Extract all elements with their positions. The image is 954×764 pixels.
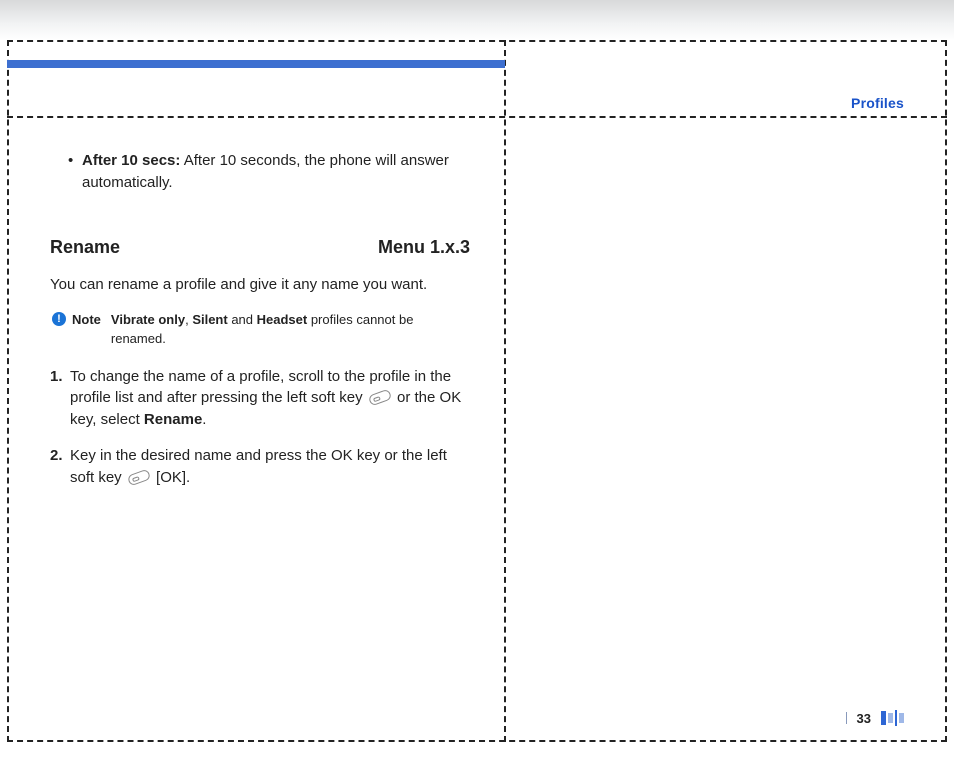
softkey-icon — [368, 389, 392, 407]
note-label: Note — [72, 311, 101, 347]
note-body: Vibrate only, Silent and Headset profile… — [111, 311, 470, 347]
bullet-item: • After 10 secs: After 10 seconds, the p… — [50, 150, 470, 194]
step-1-body: To change the name of a profile, scroll … — [70, 366, 470, 431]
bullet-label: After 10 secs: — [82, 152, 180, 169]
footer: 33 — [846, 710, 904, 726]
heading-menu: Menu 1.x.3 — [378, 234, 470, 260]
spine-guide — [504, 40, 506, 742]
header-dashed-rule — [7, 116, 947, 118]
step-1: 1. To change the name of a profile, scro… — [50, 366, 470, 431]
header-blue-bar — [7, 60, 505, 68]
step-2-pre: Key in the desired name and press the OK… — [70, 447, 447, 486]
content-column: • After 10 secs: After 10 seconds, the p… — [50, 150, 470, 502]
note-text-2: and — [228, 312, 257, 327]
intro-paragraph: You can rename a profile and give it any… — [50, 274, 470, 296]
bar-icon — [881, 711, 886, 725]
bar-icon — [899, 713, 904, 723]
step-1-post: . — [202, 411, 206, 428]
footer-separator — [846, 712, 847, 724]
bar-icon — [888, 713, 893, 723]
step-1-bold: Rename — [144, 411, 202, 428]
page-number: 33 — [857, 711, 871, 726]
footer-bars-icon — [881, 710, 904, 726]
step-1-number: 1. — [50, 366, 70, 431]
note-block: ! Note Vibrate only, Silent and Headset … — [50, 311, 470, 347]
heading-row: Rename Menu 1.x.3 — [50, 234, 470, 260]
note-bold-1: Vibrate only — [111, 312, 185, 327]
note-bold-2: Silent — [192, 312, 227, 327]
bullet-body: After 10 secs: After 10 seconds, the pho… — [82, 150, 470, 194]
section-label: Profiles — [851, 95, 904, 111]
note-bold-3: Headset — [257, 312, 308, 327]
top-gradient — [0, 0, 954, 40]
step-2-number: 2. — [50, 445, 70, 489]
info-icon: ! — [52, 312, 66, 326]
heading-title: Rename — [50, 234, 120, 260]
step-2: 2. Key in the desired name and press the… — [50, 445, 470, 489]
bullet-dot: • — [68, 150, 82, 194]
bleed-right — [945, 40, 947, 742]
bar-icon — [895, 710, 897, 726]
step-2-body: Key in the desired name and press the OK… — [70, 445, 470, 489]
step-2-post: [OK]. — [152, 469, 190, 486]
bleed-left — [7, 40, 9, 742]
softkey-icon — [127, 468, 151, 486]
